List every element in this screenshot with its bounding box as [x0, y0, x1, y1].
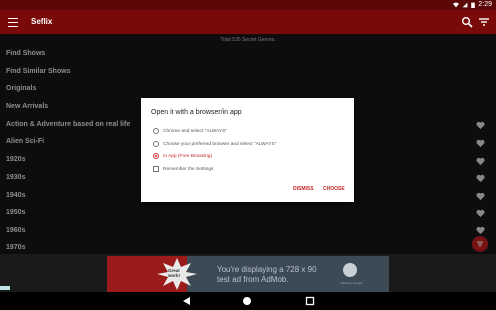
- dialog-title: Open it with a browser/in app: [151, 109, 242, 116]
- radio-button[interactable]: [153, 141, 159, 147]
- recent-apps-icon[interactable]: [305, 296, 315, 306]
- option-label: Choose your preferred browser and select…: [163, 141, 277, 147]
- hamburger-icon[interactable]: [8, 15, 18, 29]
- admob-logo-icon: [343, 263, 357, 277]
- filter-icon[interactable]: [478, 16, 490, 28]
- status-icons: 2:29: [453, 1, 492, 8]
- ad-text: You're displaying a 728 x 90 test ad fro…: [217, 265, 317, 285]
- battery-icon: [471, 2, 476, 8]
- option-label: In App (Free Browsing): [163, 153, 213, 159]
- ad-line-2: test ad from AdMob.: [217, 275, 289, 284]
- dismiss-button[interactable]: DISMISS: [293, 186, 314, 192]
- app-bar: Seflix: [0, 10, 496, 34]
- option-chrome[interactable]: Chrome and select "ALWAYS": [153, 128, 227, 134]
- ad-badge-text: Great work!: [168, 268, 181, 278]
- screen: 2:29 Seflix Total 535 Secret Genres. Fin…: [0, 0, 496, 310]
- radio-button[interactable]: [153, 128, 159, 134]
- open-with-dialog: Open it with a browser/in app Chrome and…: [141, 98, 354, 202]
- option-label: Chrome and select "ALWAYS": [163, 128, 228, 134]
- status-time: 2:29: [478, 1, 492, 8]
- status-bar: 2:29: [0, 0, 496, 10]
- app-title: Seflix: [31, 17, 53, 26]
- option-in-app[interactable]: In App (Free Browsing): [153, 153, 212, 159]
- choose-button[interactable]: CHOOSE: [323, 186, 345, 192]
- search-icon[interactable]: [461, 16, 473, 28]
- checkbox[interactable]: [153, 166, 159, 172]
- checkbox-label: Remember the Settings: [163, 166, 214, 172]
- wifi-icon: [453, 2, 460, 7]
- ad-caption: AdMob by Google: [340, 281, 363, 285]
- back-icon[interactable]: [182, 296, 192, 306]
- signal-icon: [462, 2, 468, 7]
- remember-settings-checkbox[interactable]: Remember the Settings: [153, 166, 213, 172]
- option-preferred-browser[interactable]: Choose your preferred browser and select…: [153, 141, 276, 147]
- adchoices-icon[interactable]: [0, 286, 10, 290]
- home-icon[interactable]: [242, 296, 252, 306]
- radio-button[interactable]: [153, 153, 159, 159]
- ad-line-1: You're displaying a 728 x 90: [217, 265, 317, 274]
- ad-banner[interactable]: Great work! You're displaying a 728 x 90…: [107, 256, 389, 292]
